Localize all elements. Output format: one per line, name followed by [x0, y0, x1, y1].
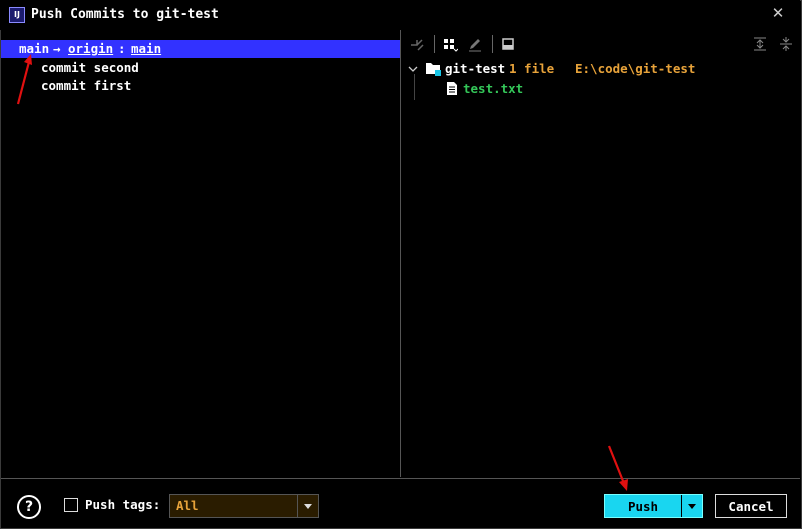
- commit-item[interactable]: commit second: [41, 60, 139, 75]
- remote-branch-link[interactable]: main: [131, 41, 161, 56]
- collapse-all-icon[interactable]: [778, 36, 794, 52]
- preview-diff-icon[interactable]: [500, 36, 516, 52]
- repo-name: git-test: [445, 61, 506, 76]
- tree-guide: [414, 74, 415, 100]
- branch-separator: :: [118, 41, 126, 56]
- local-branch: main: [19, 41, 50, 56]
- push-tags-label: Push tags:: [85, 497, 161, 512]
- compare-icon[interactable]: [409, 36, 425, 52]
- text-file-icon: [447, 82, 457, 95]
- expand-all-icon[interactable]: [752, 36, 768, 52]
- help-icon[interactable]: ?: [17, 495, 41, 519]
- push-button[interactable]: Push: [604, 494, 703, 518]
- folder-icon: [426, 63, 441, 76]
- branch-row[interactable]: main → origin : main: [1, 40, 400, 58]
- file-item[interactable]: test.txt: [463, 81, 523, 96]
- push-tags-value: All: [176, 498, 199, 513]
- dialog-title: Push Commits to git-test: [31, 7, 219, 22]
- cancel-button-label: Cancel: [728, 499, 774, 514]
- remote-link[interactable]: origin: [68, 41, 113, 56]
- toolbar-separator: [434, 35, 435, 53]
- chevron-down-icon[interactable]: [408, 64, 418, 74]
- file-count: 1 file: [509, 61, 555, 76]
- edit-icon[interactable]: [467, 36, 483, 52]
- group-by-icon[interactable]: [442, 36, 458, 52]
- cancel-button[interactable]: Cancel: [715, 494, 787, 518]
- commit-item[interactable]: commit first: [41, 78, 131, 93]
- chevron-down-icon[interactable]: [297, 495, 318, 517]
- push-options-dropdown-icon[interactable]: [682, 495, 702, 517]
- repo-path: E:\code\git-test: [575, 61, 696, 76]
- close-icon[interactable]: ✕: [770, 5, 786, 21]
- push-tags-select[interactable]: All: [169, 494, 319, 518]
- changes-panel: git-test 1 file E:\code\git-test test.tx…: [402, 30, 800, 477]
- push-button-label: Push: [627, 499, 659, 514]
- footer-bar: ? Push tags: All Push Cancel: [1, 478, 800, 528]
- toolbar-separator: [492, 35, 493, 53]
- push-arrow-icon: →: [53, 41, 61, 56]
- commits-panel: main → origin : main commit second commi…: [1, 30, 401, 477]
- push-tags-checkbox[interactable]: [64, 498, 78, 512]
- title-bar: IJ Push Commits to git-test ✕: [0, 0, 800, 30]
- intellij-logo-icon: IJ: [9, 7, 25, 23]
